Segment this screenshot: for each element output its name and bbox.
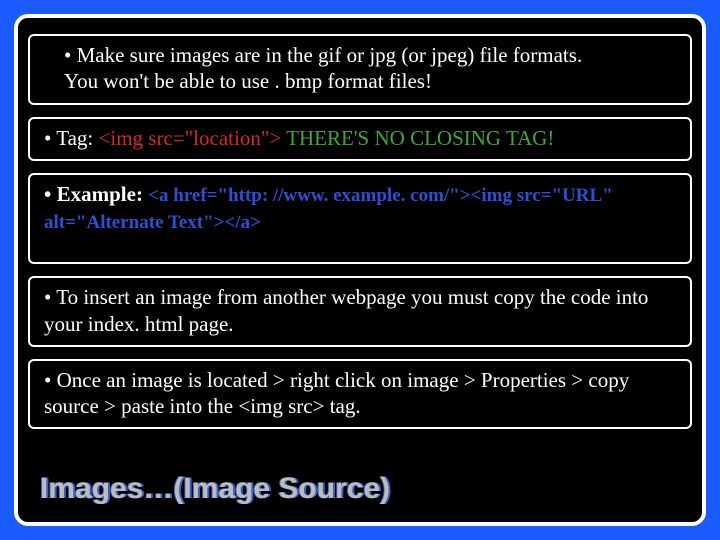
example-code-2: alt="Alternate Text"></a> (44, 212, 261, 233)
example-code-1: <a href="http: //www. example. com/"><im… (148, 185, 613, 206)
bullet-copy-source: Once an image is located > right click o… (28, 359, 692, 430)
bullet-tag: Tag: <img src="location"> THERE'S NO CLO… (28, 117, 692, 161)
slide-title: Images…(Image Source) (40, 472, 390, 506)
bullet-example: Example: <a href="http: //www. example. … (28, 173, 692, 265)
bullet-copy-text: Once an image is located > right click o… (44, 368, 629, 418)
bullet-tag-label: Tag: (44, 126, 99, 150)
bullet-text-line2: You won't be able to use . bmp format fi… (64, 69, 432, 93)
example-label: Example: (44, 182, 148, 206)
bullet-insert-text: To insert an image from another webpage … (44, 285, 648, 335)
slide-frame: Make sure images are in the gif or jpg (… (0, 0, 720, 540)
bullet-text: Make sure images are in the gif or jpg (… (64, 43, 582, 67)
slide-body: Make sure images are in the gif or jpg (… (14, 14, 706, 526)
img-tag-code: <img src="location"> (99, 126, 282, 150)
no-closing-tag: THERE'S NO CLOSING TAG! (281, 126, 554, 150)
bullet-formats: Make sure images are in the gif or jpg (… (28, 34, 692, 105)
bullet-insert-image: To insert an image from another webpage … (28, 276, 692, 347)
